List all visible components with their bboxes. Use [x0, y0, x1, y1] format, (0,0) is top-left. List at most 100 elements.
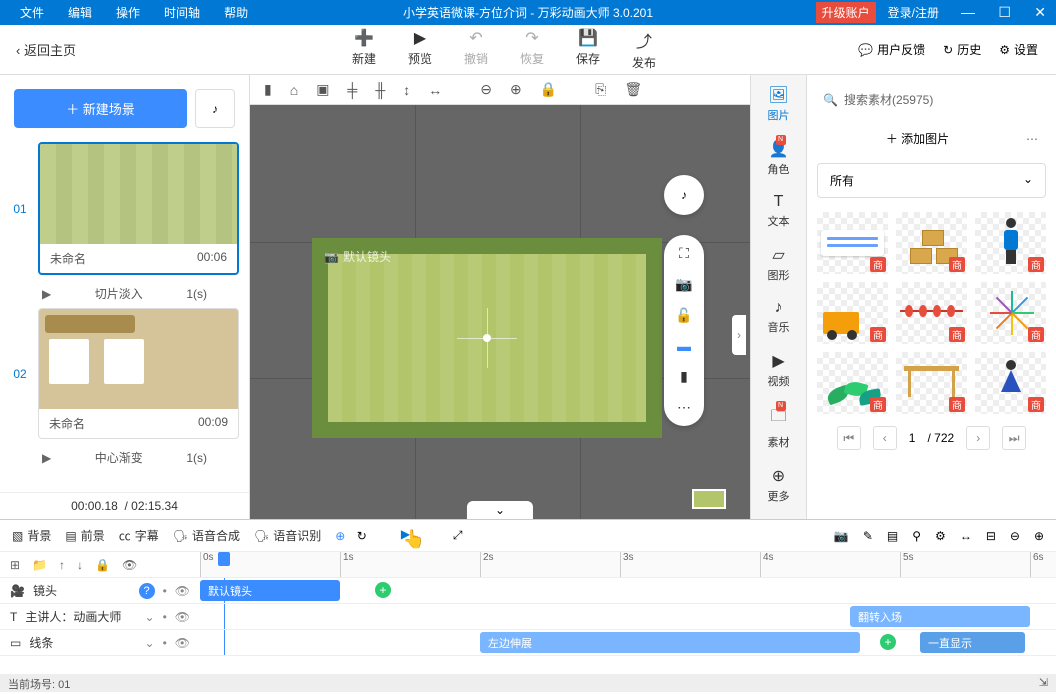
- timeline-clip[interactable]: 一直显示: [920, 632, 1025, 653]
- chevron-down-icon[interactable]: ⌄: [145, 610, 155, 624]
- side-tool-音乐[interactable]: ♪音乐: [768, 299, 790, 335]
- floating-music-button[interactable]: ♪: [664, 175, 704, 215]
- trash-icon[interactable]: 🗑: [624, 81, 642, 98]
- track-eye-icon[interactable]: 👁: [175, 584, 190, 598]
- scene-music-button[interactable]: ♪: [195, 89, 235, 128]
- unlock-icon[interactable]: 🔓: [675, 307, 692, 324]
- track-eye-icon[interactable]: 👁: [175, 610, 190, 624]
- copy-icon[interactable]: ⎘: [595, 81, 606, 98]
- camera-frame[interactable]: 📷 默认镜头: [312, 238, 662, 438]
- search-input[interactable]: 🔍搜索素材(25975): [817, 85, 1046, 114]
- track-dot-icon[interactable]: •: [163, 636, 167, 650]
- tl-minus-icon[interactable]: ⊖: [1010, 529, 1020, 543]
- menu-edit[interactable]: 编辑: [56, 0, 104, 25]
- minimize-icon[interactable]: —: [951, 4, 985, 20]
- menu-file[interactable]: 文件: [8, 0, 56, 25]
- tl-adjust-icon[interactable]: ⚙: [935, 529, 946, 543]
- preview-button[interactable]: ▶预览: [408, 28, 432, 71]
- tl-lock-icon[interactable]: 🔒: [95, 558, 110, 572]
- tl-filter-icon[interactable]: ⚲: [912, 529, 921, 543]
- tl-background-button[interactable]: ▧背景: [12, 527, 51, 544]
- side-tool-素材[interactable]: 🗀素材N: [768, 405, 790, 450]
- add-image-button[interactable]: ＋ 添加图片: [817, 130, 1018, 147]
- align-v-icon[interactable]: ↕: [403, 82, 410, 98]
- tl-tts-button[interactable]: 🗣语音合成: [173, 527, 240, 544]
- track-label[interactable]: 🎥镜头?•👁: [0, 578, 200, 603]
- align-h-icon[interactable]: ↔: [428, 82, 442, 98]
- track-label[interactable]: ▭线条⌄•👁: [0, 630, 200, 655]
- tl-layers-icon[interactable]: ▤: [887, 529, 898, 543]
- minimap[interactable]: [692, 489, 726, 509]
- feedback-button[interactable]: 💬用户反馈: [858, 41, 925, 58]
- add-keyframe-button[interactable]: +: [375, 582, 391, 598]
- tl-down-icon[interactable]: ↓: [77, 558, 83, 572]
- asset-thumbnail[interactable]: 商: [975, 282, 1046, 344]
- page-first-button[interactable]: ⏮: [837, 426, 861, 450]
- timeline-clip[interactable]: 左边伸展: [480, 632, 860, 653]
- expand-handle[interactable]: ›: [732, 315, 746, 355]
- page-next-button[interactable]: ›: [966, 426, 990, 450]
- tl-subtitle-button[interactable]: ㏄字幕: [119, 527, 159, 544]
- side-tool-文本[interactable]: T文本: [768, 193, 790, 229]
- page-last-button[interactable]: ⏭: [1002, 426, 1026, 450]
- menu-operate[interactable]: 操作: [104, 0, 152, 25]
- tl-up-icon[interactable]: ↑: [59, 558, 65, 572]
- track-dot-icon[interactable]: •: [163, 584, 167, 598]
- side-tool-图片[interactable]: 🖼图片: [768, 85, 790, 123]
- fullscreen-icon[interactable]: ⛶: [679, 245, 689, 262]
- publish-button[interactable]: ⤴发布: [632, 28, 656, 71]
- new-button[interactable]: ➕新建: [352, 28, 376, 71]
- maximize-icon[interactable]: ☐: [988, 4, 1021, 20]
- side-tool-更多[interactable]: ⊕更多: [768, 466, 790, 504]
- tl-play-button[interactable]: ▶👆: [401, 527, 419, 545]
- zoom-out-icon[interactable]: ⊖: [480, 81, 492, 98]
- track-label[interactable]: T主讲人：动画大师⌄•👁: [0, 604, 200, 629]
- more-options-button[interactable]: ⋯: [1018, 132, 1046, 146]
- tl-asr-button[interactable]: 🗣语音识别: [254, 527, 321, 544]
- back-home-button[interactable]: ‹ 返回主页: [0, 40, 92, 59]
- help-icon[interactable]: ?: [139, 583, 155, 599]
- history-button[interactable]: ↻历史: [943, 41, 981, 58]
- more-icon[interactable]: ⋯: [677, 399, 691, 416]
- undo-button[interactable]: ↶撤销: [464, 28, 488, 71]
- tl-folder-icon[interactable]: 📁: [32, 558, 47, 572]
- chevron-down-icon[interactable]: ⌄: [145, 636, 155, 650]
- asset-thumbnail[interactable]: 商: [975, 212, 1046, 274]
- side-tool-图形[interactable]: ▱图形: [768, 245, 790, 283]
- tl-edit-icon[interactable]: ✎: [863, 529, 873, 543]
- asset-thumbnail[interactable]: 商: [896, 352, 967, 414]
- track-body[interactable]: 翻转入场: [200, 604, 1056, 629]
- scene-transition[interactable]: ▶中心渐变1(s): [10, 443, 239, 472]
- login-register-button[interactable]: 登录/注册: [876, 4, 951, 21]
- asset-thumbnail[interactable]: 商: [975, 352, 1046, 414]
- upgrade-account-button[interactable]: 升级账户: [816, 2, 876, 23]
- asset-thumbnail[interactable]: 商: [817, 282, 888, 344]
- filter-select[interactable]: 所有⌄: [817, 163, 1046, 198]
- camera-icon[interactable]: 📷: [675, 276, 692, 293]
- tl-expand-icon[interactable]: ⤢: [453, 528, 463, 543]
- layer-icon[interactable]: ▣: [316, 81, 329, 98]
- track-body[interactable]: 默认镜头+: [200, 578, 1056, 603]
- tl-camera-icon[interactable]: 📷: [834, 529, 849, 543]
- side-tool-视频[interactable]: ▶视频: [768, 351, 790, 389]
- zoom-in-icon[interactable]: ⊕: [510, 81, 522, 98]
- bottom-expand-tab[interactable]: ⌄: [467, 501, 533, 519]
- tl-rewind-icon[interactable]: ↻: [357, 529, 367, 543]
- timeline-clip[interactable]: 翻转入场: [850, 606, 1030, 627]
- page-prev-button[interactable]: ‹: [873, 426, 897, 450]
- asset-thumbnail[interactable]: 商: [896, 282, 967, 344]
- new-scene-button[interactable]: ＋ 新建场景: [14, 89, 187, 128]
- tl-eye-icon[interactable]: 👁: [122, 558, 137, 572]
- side-tool-角色[interactable]: 👤角色N: [768, 139, 790, 177]
- add-keyframe-button[interactable]: +: [880, 634, 896, 650]
- align-left-icon[interactable]: ▮: [264, 81, 272, 98]
- device-icon[interactable]: ▮: [680, 368, 688, 385]
- tl-foreground-button[interactable]: ▤前景: [65, 527, 104, 544]
- tl-add-track-icon[interactable]: ⊞: [10, 558, 20, 572]
- track-eye-icon[interactable]: 👁: [175, 636, 190, 650]
- tl-span-icon[interactable]: ↔: [960, 529, 972, 543]
- tl-more-button[interactable]: ⊕: [335, 529, 345, 543]
- menu-help[interactable]: 帮助: [212, 0, 260, 25]
- tl-plus-icon[interactable]: ⊕: [1034, 529, 1044, 543]
- save-button[interactable]: 💾保存: [576, 28, 600, 71]
